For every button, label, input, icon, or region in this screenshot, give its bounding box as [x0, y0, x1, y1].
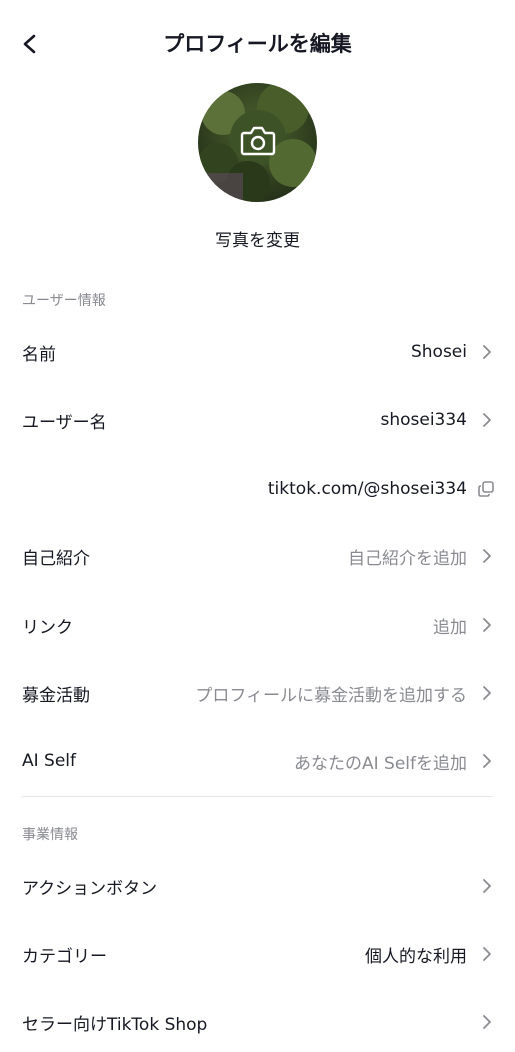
- section-label-user-info: ユーザー情報: [22, 293, 106, 309]
- row-username-label: ユーザー名: [22, 412, 107, 433]
- avatar[interactable]: [198, 83, 317, 202]
- chevron-right-icon: [479, 412, 495, 428]
- section-label-business-info: 事業情報: [22, 827, 78, 843]
- header-bar: プロフィールを編集: [0, 0, 515, 88]
- chevron-right-icon: [479, 685, 495, 701]
- chevron-right-icon: [479, 946, 495, 962]
- row-username-value: shosei334: [380, 410, 467, 430]
- row-seller-shop[interactable]: セラー向けTikTok Shop: [0, 992, 515, 1052]
- section-divider: [22, 796, 493, 797]
- row-link-label: リンク: [22, 617, 73, 638]
- row-username[interactable]: ユーザー名 shosei334: [0, 390, 515, 450]
- row-ai-self[interactable]: AI Self あなたのAI Selfを追加: [0, 731, 515, 791]
- row-fundraiser[interactable]: 募金活動 プロフィールに募金活動を追加する: [0, 663, 515, 723]
- row-ai-self-value: あなたのAI Selfを追加: [293, 753, 467, 774]
- row-bio-label: 自己紹介: [22, 548, 90, 569]
- row-name-label: 名前: [22, 344, 56, 365]
- row-bio-value: 自己紹介を追加: [348, 548, 467, 569]
- row-category[interactable]: カテゴリー 個人的な利用: [0, 924, 515, 984]
- row-fundraiser-label: 募金活動: [22, 685, 90, 706]
- row-ai-self-label: AI Self: [22, 751, 77, 771]
- row-link-value: 追加: [433, 617, 467, 638]
- chevron-right-icon: [479, 1014, 495, 1030]
- row-name[interactable]: 名前 Shosei: [0, 322, 515, 382]
- page-title: プロフィールを編集: [163, 32, 352, 56]
- row-bio[interactable]: 自己紹介 自己紹介を追加: [0, 526, 515, 586]
- row-name-value: Shosei: [410, 342, 467, 362]
- chevron-right-icon: [479, 878, 495, 894]
- row-category-value: 個人的な利用: [365, 946, 467, 967]
- row-fundraiser-value: プロフィールに募金活動を追加する: [195, 685, 467, 706]
- chevron-right-icon: [479, 617, 495, 633]
- row-action-button-label: アクションボタン: [22, 878, 158, 899]
- row-profile-url[interactable]: tiktok.com/@shosei334: [0, 459, 515, 519]
- row-category-label: カテゴリー: [22, 946, 107, 967]
- chevron-right-icon: [479, 548, 495, 564]
- chevron-right-icon: [479, 753, 495, 769]
- row-seller-shop-label: セラー向けTikTok Shop: [22, 1014, 208, 1035]
- change-photo-link[interactable]: 写真を変更: [0, 226, 515, 251]
- camera-icon: [240, 126, 276, 156]
- row-link[interactable]: リンク 追加: [0, 595, 515, 655]
- row-action-button[interactable]: アクションボタン: [0, 856, 515, 916]
- copy-icon[interactable]: [477, 480, 495, 498]
- profile-url-text: tiktok.com/@shosei334: [267, 479, 467, 499]
- chevron-right-icon: [479, 344, 495, 360]
